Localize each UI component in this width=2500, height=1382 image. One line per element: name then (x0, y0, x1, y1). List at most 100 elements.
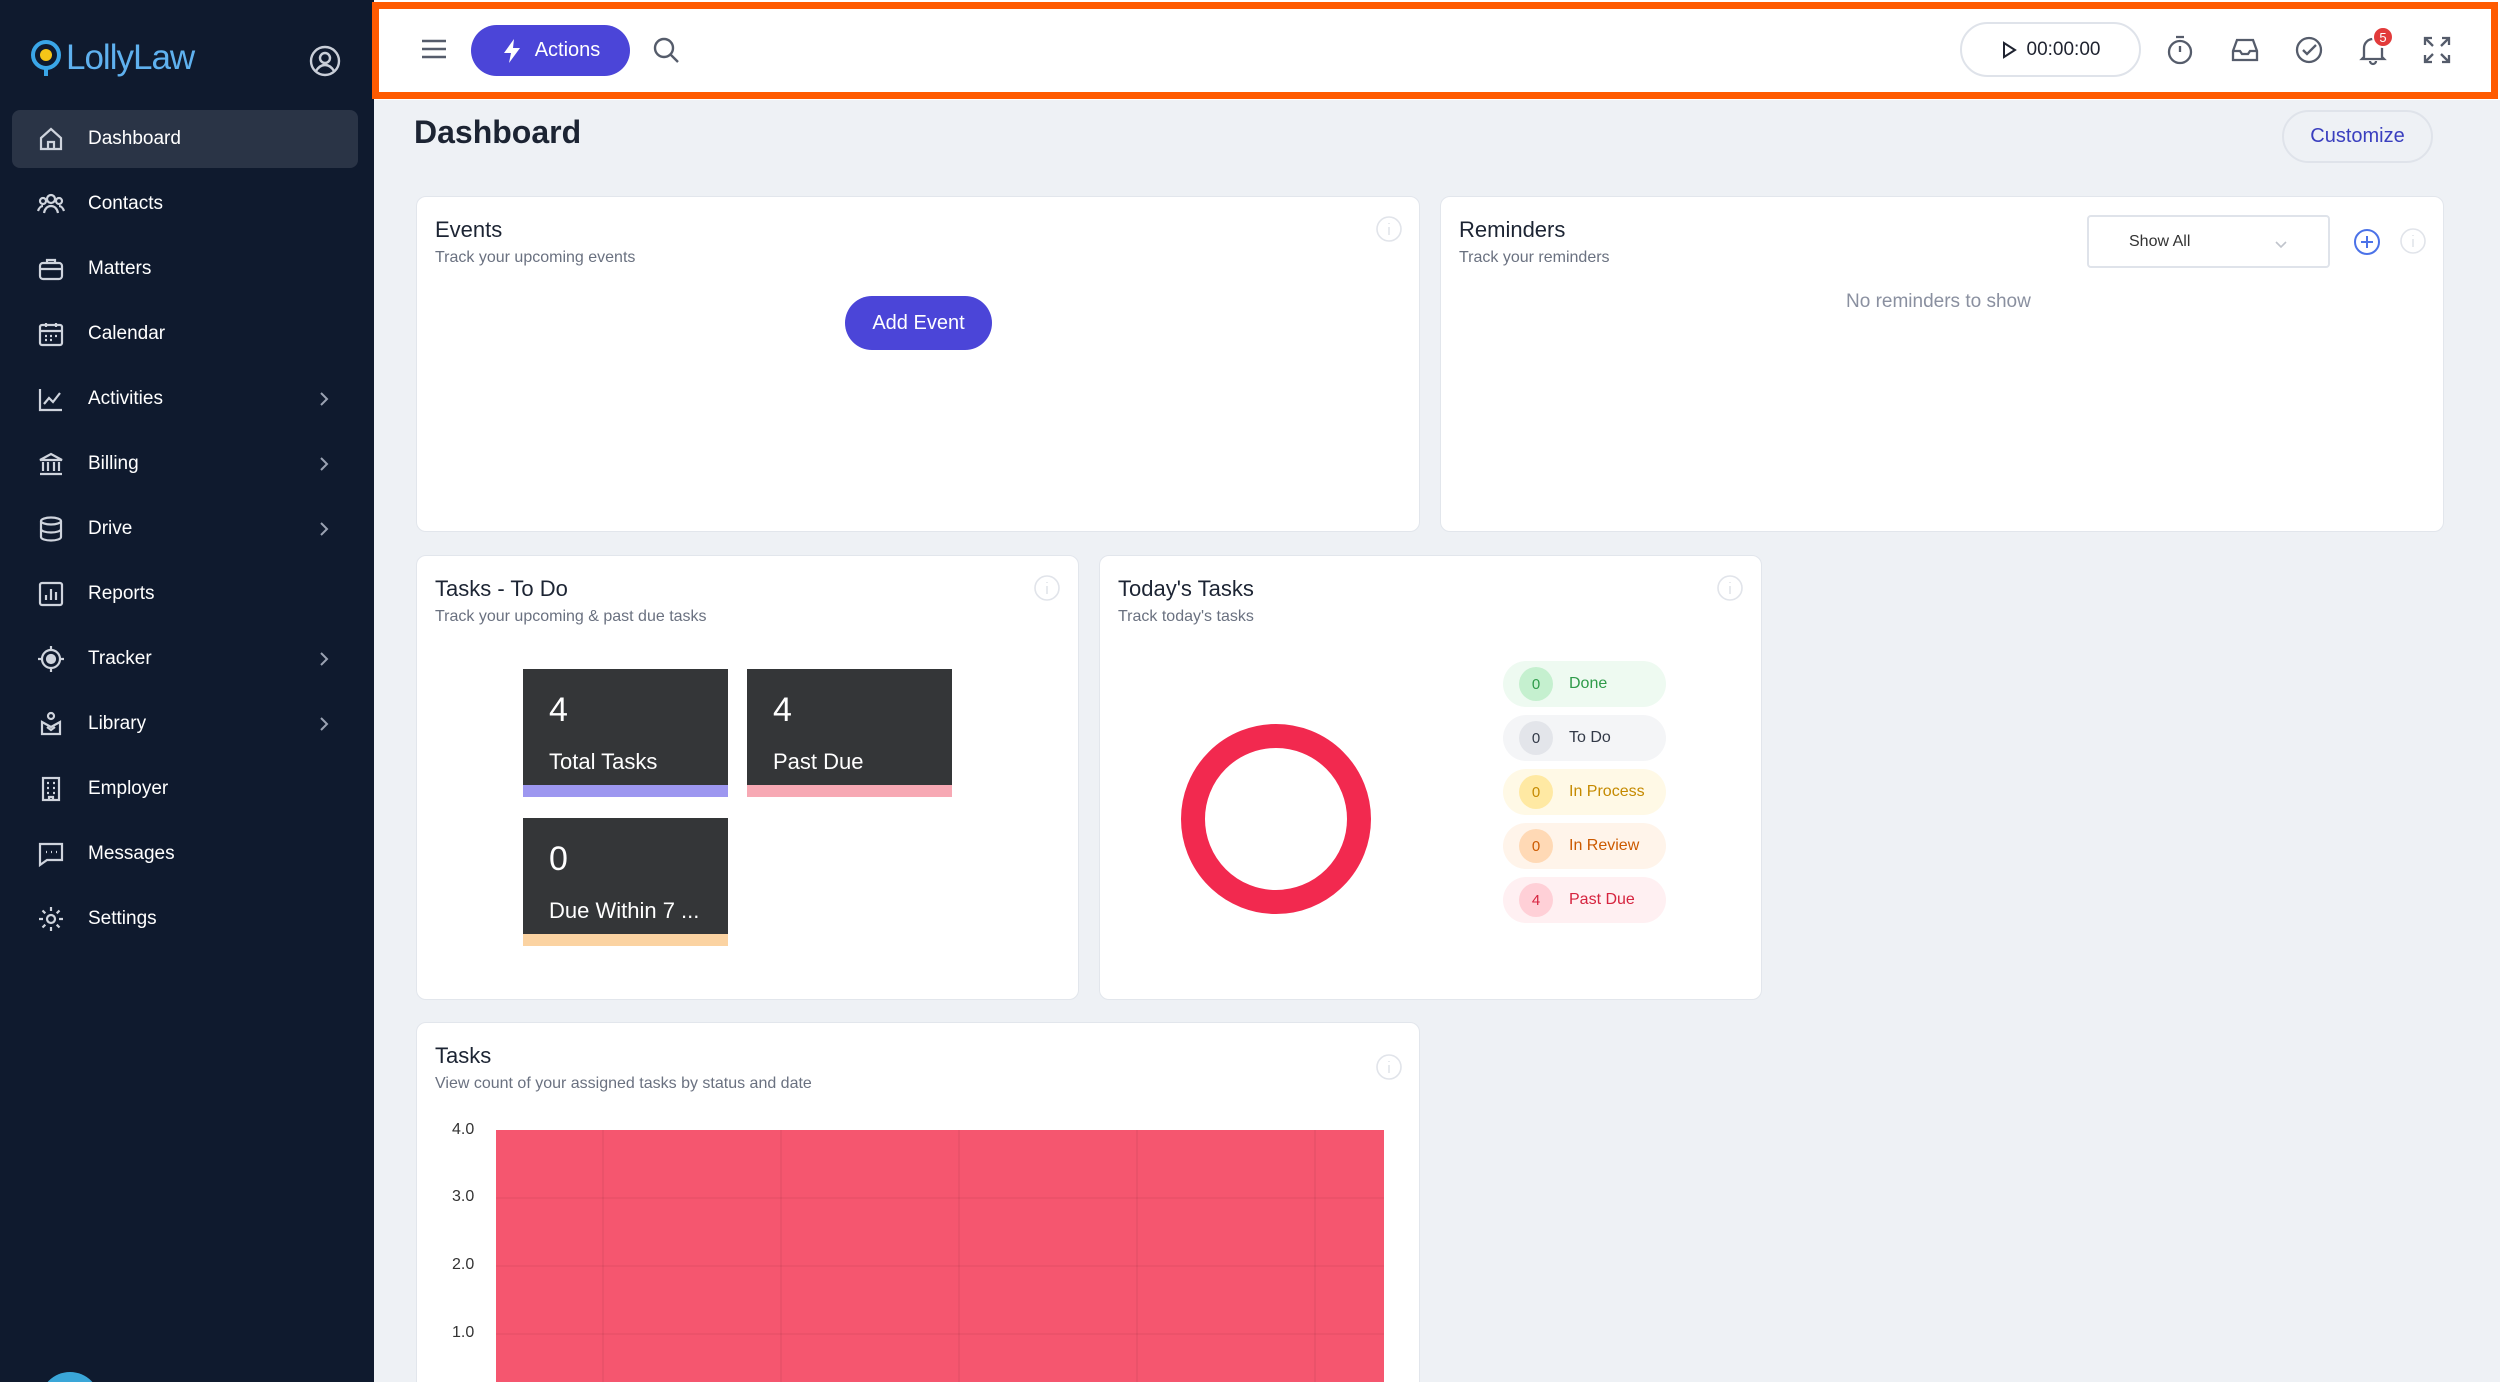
add-event-button[interactable]: Add Event (845, 296, 992, 350)
sidebar-item-reports[interactable]: Reports (12, 565, 358, 623)
brand-name: LollyLaw (66, 38, 195, 77)
target-icon (36, 644, 66, 674)
total-tasks-tile[interactable]: 4 Total Tasks (523, 669, 728, 797)
sidebar-item-label: Activities (88, 388, 163, 409)
y-tick-label: 3.0 (452, 1188, 475, 1205)
sidebar-item-label: Contacts (88, 193, 163, 214)
sidebar-item-employer[interactable]: Employer (12, 760, 358, 818)
activities-chart-icon (36, 384, 66, 414)
tile-accent-bar (523, 934, 728, 946)
sidebar-item-tracker[interactable]: Tracker (12, 630, 358, 688)
legend-label: Done (1569, 675, 1608, 692)
hamburger-menu-icon[interactable] (420, 36, 448, 62)
sidebar-item-label: Dashboard (88, 128, 181, 149)
legend-count: 4 (1519, 883, 1553, 917)
timer-value: 00:00:00 (2026, 38, 2101, 60)
inbox-icon[interactable] (2229, 34, 2261, 66)
todays-tasks-subtitle: Track today's tasks (1118, 608, 1254, 625)
sidebar-item-messages[interactable]: Messages (12, 825, 358, 883)
user-profile-icon[interactable] (308, 44, 342, 78)
sidebar-item-label: Messages (88, 843, 175, 864)
sidebar-item-library[interactable]: Library (12, 695, 358, 753)
legend-count: 0 (1519, 775, 1553, 809)
sidebar-item-label: Settings (88, 908, 157, 929)
briefcase-icon (36, 254, 66, 284)
message-icon (36, 839, 66, 869)
info-icon[interactable] (1033, 574, 1061, 602)
sidebar-item-billing[interactable]: Billing (12, 435, 358, 493)
info-icon[interactable] (1716, 574, 1744, 602)
todays-tasks-title: Today's Tasks (1118, 576, 1254, 601)
library-icon (36, 709, 66, 739)
tasks-todo-subtitle: Track your upcoming & past due tasks (435, 608, 707, 625)
calendar-icon (36, 319, 66, 349)
legend-in-review[interactable]: 0 In Review (1503, 823, 1666, 869)
stopwatch-icon[interactable] (2164, 34, 2196, 66)
check-circle-icon[interactable] (2293, 34, 2325, 66)
sidebar-item-drive[interactable]: Drive (12, 500, 358, 558)
chevron-right-icon (316, 715, 332, 733)
reminders-title: Reminders (1459, 217, 1566, 242)
tile-label: Total Tasks (549, 749, 658, 774)
sidebar-item-matters[interactable]: Matters (12, 240, 358, 298)
tile-value: 4 (773, 691, 792, 729)
events-subtitle: Track your upcoming events (435, 249, 636, 266)
legend-label: To Do (1569, 729, 1611, 746)
legend-in-process[interactable]: 0 In Process (1503, 769, 1666, 815)
sidebar-nav: Dashboard Contacts Matters Calendar Acti… (12, 110, 358, 955)
tile-value: 0 (549, 840, 568, 878)
fullscreen-icon[interactable] (2421, 34, 2453, 66)
sidebar-item-dashboard[interactable]: Dashboard (12, 110, 358, 168)
avatar[interactable] (40, 1372, 100, 1382)
actions-button[interactable]: Actions (471, 25, 630, 76)
tasks-chart-subtitle: View count of your assigned tasks by sta… (435, 1075, 812, 1092)
lollipop-logo-icon (30, 40, 62, 76)
settings-gear-icon (36, 904, 66, 934)
due-within-tile[interactable]: 0 Due Within 7 ... (523, 818, 728, 946)
chevron-right-icon (316, 520, 332, 538)
sidebar-item-calendar[interactable]: Calendar (12, 305, 358, 363)
legend-label: Past Due (1569, 891, 1635, 908)
info-icon[interactable] (1375, 1053, 1403, 1081)
tasks-todo-title: Tasks - To Do (435, 576, 568, 601)
info-icon[interactable] (1375, 215, 1403, 243)
tasks-chart-title: Tasks (435, 1043, 492, 1068)
legend-to-do[interactable]: 0 To Do (1503, 715, 1666, 761)
sidebar-item-label: Matters (88, 258, 152, 279)
sidebar-item-settings[interactable]: Settings (12, 890, 358, 948)
time-tracker-button[interactable]: 00:00:00 (1960, 22, 2141, 77)
events-title: Events (435, 217, 503, 242)
legend-done[interactable]: 0 Done (1503, 661, 1666, 707)
tile-label: Due Within 7 ... (549, 898, 700, 923)
sidebar-item-label: Reports (88, 583, 155, 604)
customize-button[interactable]: Customize (2282, 110, 2433, 163)
y-tick-label: 2.0 (452, 1256, 475, 1273)
sidebar-item-label: Library (88, 713, 147, 734)
sidebar-item-activities[interactable]: Activities (12, 370, 358, 428)
tile-accent-bar (523, 785, 728, 797)
legend-past-due[interactable]: 4 Past Due (1503, 877, 1666, 923)
database-icon (36, 514, 66, 544)
legend-count: 0 (1519, 667, 1553, 701)
reminders-empty-message: No reminders to show (1846, 291, 2031, 312)
donut-slice-past-due (1181, 724, 1371, 914)
sidebar-item-contacts[interactable]: Contacts (12, 175, 358, 233)
info-icon[interactable] (2399, 227, 2427, 255)
bank-icon (36, 449, 66, 479)
play-icon (2002, 40, 2017, 59)
sidebar-item-label: Employer (88, 778, 169, 799)
reminders-filter-select[interactable]: Show All (2087, 215, 2330, 268)
events-card: Events Track your upcoming events (416, 196, 1420, 532)
brand-logo[interactable]: LollyLaw (30, 36, 195, 80)
past-due-tile[interactable]: 4 Past Due (747, 669, 952, 797)
add-reminder-icon[interactable] (2353, 228, 2381, 256)
notification-count-badge: 5 (2372, 26, 2394, 48)
sidebar-item-label: Drive (88, 518, 133, 539)
search-icon[interactable] (651, 35, 681, 65)
legend-label: In Process (1569, 783, 1645, 800)
page-title: Dashboard (414, 114, 582, 150)
building-icon (36, 774, 66, 804)
sidebar-item-label: Calendar (88, 323, 166, 344)
sidebar-item-label: Billing (88, 453, 139, 474)
reports-icon (36, 579, 66, 609)
